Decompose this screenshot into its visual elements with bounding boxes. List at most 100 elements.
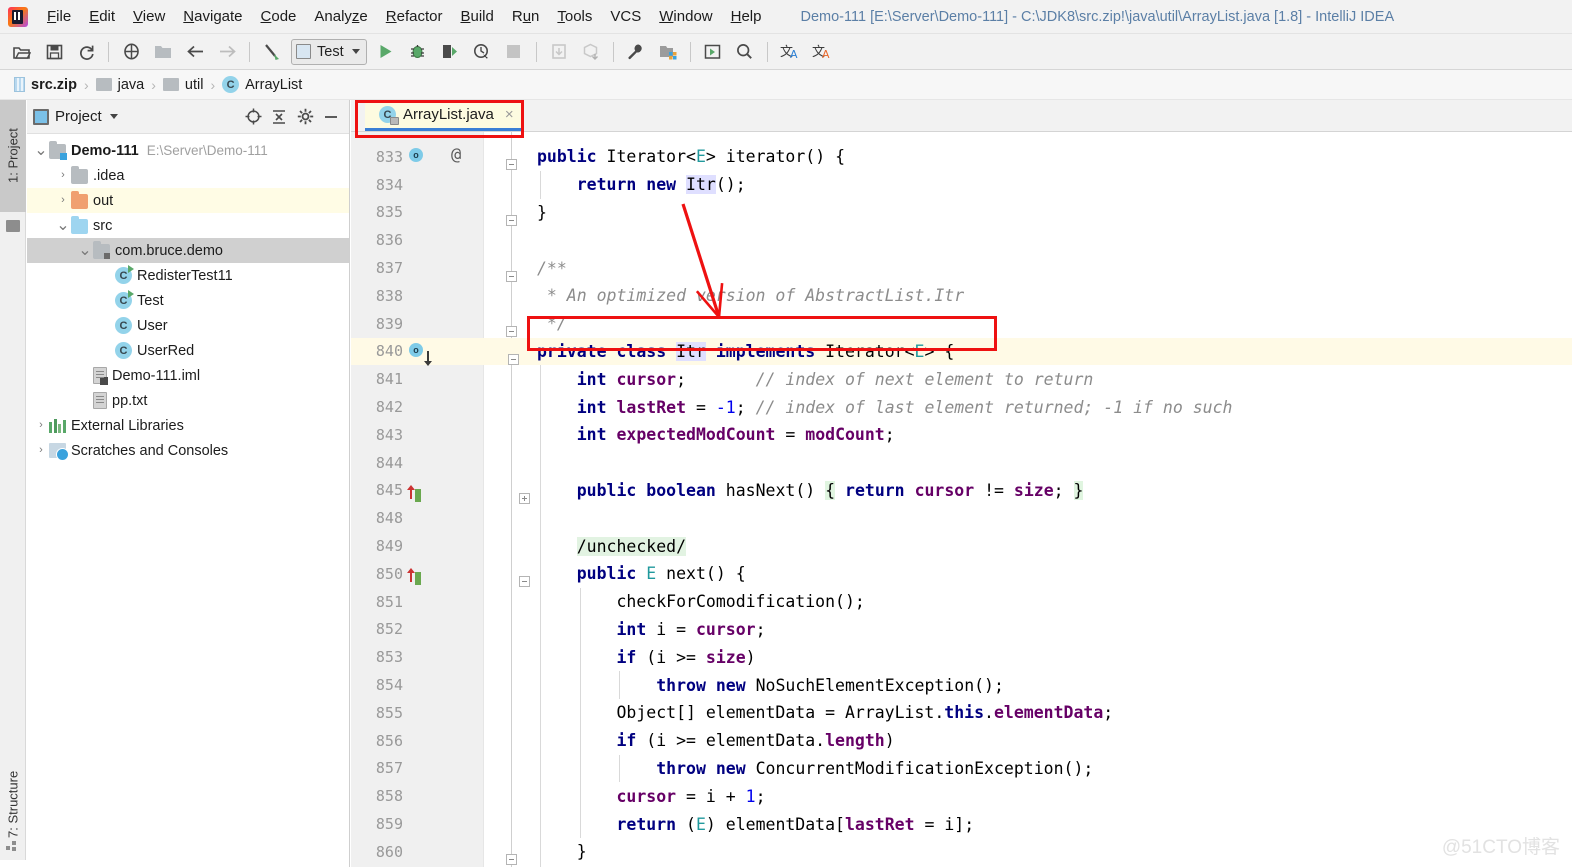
code-line-843[interactable]: 843 int expectedModCount = modCount; [351,421,1572,449]
implements-arrow-icon[interactable] [424,350,432,366]
sidebar-tab-project[interactable]: 1: Project [0,100,26,212]
compile-icon[interactable] [258,39,286,65]
code-fold-marker[interactable] [506,270,517,282]
breadcrumb-item-util[interactable]: util [162,77,203,93]
menu-item-refactor[interactable]: Refactor [377,4,452,29]
update-project-icon[interactable] [545,39,573,65]
annotation-marker-icon[interactable]: @ [451,145,461,165]
tree-item-test[interactable]: C Test [27,288,349,313]
profile-icon[interactable] [468,39,496,65]
sync-refresh-icon[interactable] [72,39,100,65]
overriding-method-marker-icon[interactable] [407,484,422,503]
code-fold-marker[interactable] [519,492,530,504]
menu-item-navigate[interactable]: Navigate [174,4,251,29]
code-line-854[interactable]: 854 throw new NoSuchElementException(); [351,671,1572,699]
tree-item-out[interactable]: › out [27,188,349,213]
toggle-bookmark-icon[interactable] [117,39,145,65]
search-everywhere-icon[interactable] [731,39,759,65]
code-line-836[interactable]: 836 [351,226,1572,254]
code-line-855[interactable]: 855 Object[] elementData = ArrayList.thi… [351,699,1572,727]
menu-item-view[interactable]: View [124,4,174,29]
folder-icon[interactable] [149,39,177,65]
code-fold-marker[interactable] [506,214,517,226]
code-line-841[interactable]: 841 int cursor; // index of next element… [351,365,1572,394]
code-fold-marker[interactable] [506,159,517,171]
tree-item-external-libraries[interactable]: › External Libraries [27,413,349,438]
translate-orange-icon[interactable]: 文A [808,39,836,65]
code-line-835[interactable]: 835} [351,199,1572,227]
menu-item-run[interactable]: Run [503,4,549,29]
code-line-853[interactable]: 853 if (i >= size) [351,643,1572,672]
code-fold-marker[interactable] [508,353,519,365]
menu-item-help[interactable]: Help [722,4,771,29]
code-line-842[interactable]: 842 int lastRet = -1; // index of last e… [351,393,1572,421]
menu-item-code[interactable]: Code [252,4,306,29]
tree-item-src[interactable]: ⌄ src [27,213,349,238]
menu-item-build[interactable]: Build [451,4,502,29]
settings-wrench-icon[interactable] [622,39,650,65]
chevron-right-icon[interactable]: › [33,445,49,456]
chevron-down-icon[interactable]: ⌄ [55,218,71,233]
breadcrumb-item-src-zip[interactable]: src.zip [14,77,77,93]
code-line-840[interactable]: 840 o private class Itr implements Iterato… [351,337,1572,366]
code-line-837[interactable]: 837 /** [351,254,1572,282]
tree-item-scratches-and-consoles[interactable]: › Scratches and Consoles [27,438,349,463]
tree-item-redistertest11[interactable]: C RedisterTest11 [27,263,349,288]
breadcrumb-item-arraylist[interactable]: C ArrayList [222,76,302,93]
menu-item-edit[interactable]: Edit [80,4,124,29]
code-line-850[interactable]: 850 public E next() { [351,560,1572,588]
chevron-down-icon[interactable]: ⌄ [77,243,93,258]
run-coverage-icon[interactable] [436,39,464,65]
code-line-860[interactable]: 860 } [351,838,1572,866]
locate-target-icon[interactable] [241,105,265,129]
code-line-839[interactable]: 839 */ [351,310,1572,338]
menu-item-tools[interactable]: Tools [548,4,601,29]
overriding-method-marker-icon[interactable] [407,568,422,586]
tree-item-user[interactable]: C User [27,313,349,338]
implemented-method-marker-icon[interactable]: o [409,148,423,162]
project-view-chevron-icon[interactable] [109,114,118,119]
tree-item-demo-111[interactable]: ⌄ Demo-111 E:\Server\Demo-111 [27,138,349,163]
run-configuration-selector[interactable]: Test [291,38,367,65]
gear-settings-icon[interactable] [293,105,317,129]
menu-item-vcs[interactable]: VCS [601,4,650,29]
code-viewport[interactable]: 833 o @ public Iterator<E> iterator() {834 … [351,132,1572,867]
implementing-class-marker-icon[interactable]: o [409,342,423,357]
chevron-right-icon[interactable]: › [55,170,71,181]
collapse-all-icon[interactable] [267,105,291,129]
commit-icon[interactable] [577,39,605,65]
menu-item-window[interactable]: Window [650,4,721,29]
editor-tab-arraylist-java[interactable]: C ArrayList.java × [365,101,522,131]
menu-item-analyze[interactable]: Analyze [305,4,376,29]
tree-item--idea[interactable]: › .idea [27,163,349,188]
translate-blue-icon[interactable]: 文A [776,39,804,65]
open-project-icon[interactable] [8,39,36,65]
code-line-849[interactable]: 849 /unchecked/ [351,532,1572,560]
forward-arrow-icon[interactable] [213,39,241,65]
tree-item-demo-111-iml[interactable]: Demo-111.iml [27,363,349,388]
code-fold-marker[interactable] [519,576,530,588]
menu-item-file[interactable]: File [38,4,80,29]
code-line-857[interactable]: 857 throw new ConcurrentModificationExce… [351,754,1572,783]
code-line-845[interactable]: 845 public boolean hasNext() { return cu… [351,476,1572,505]
chevron-right-icon[interactable]: › [33,420,49,431]
code-line-844[interactable]: 844 [351,448,1572,477]
code-fold-marker[interactable] [506,854,517,866]
code-line-856[interactable]: 856 if (i >= elementData.length) [351,726,1572,755]
code-line-834[interactable]: 834 return new Itr(); [351,170,1572,199]
code-line-859[interactable]: 859 return (E) elementData[lastRet = i]; [351,810,1572,838]
run-icon[interactable] [372,39,400,65]
tree-item-userred[interactable]: C UserRed [27,338,349,363]
code-line-852[interactable]: 852 int i = cursor; [351,615,1572,644]
code-line-848[interactable]: 848 [351,504,1572,533]
close-icon[interactable]: × [505,106,514,123]
debug-icon[interactable] [404,39,432,65]
back-arrow-icon[interactable] [181,39,209,65]
code-line-838[interactable]: 838 * An optimized version of AbstractLi… [351,282,1572,310]
save-all-icon[interactable] [40,39,68,65]
chevron-right-icon[interactable]: › [55,195,71,206]
select-in-icon[interactable] [699,39,727,65]
code-line-851[interactable]: 851 checkForComodification(); [351,587,1572,616]
tree-item-com-bruce-demo[interactable]: ⌄ com.bruce.demo [27,238,349,263]
code-fold-marker[interactable] [506,326,517,338]
